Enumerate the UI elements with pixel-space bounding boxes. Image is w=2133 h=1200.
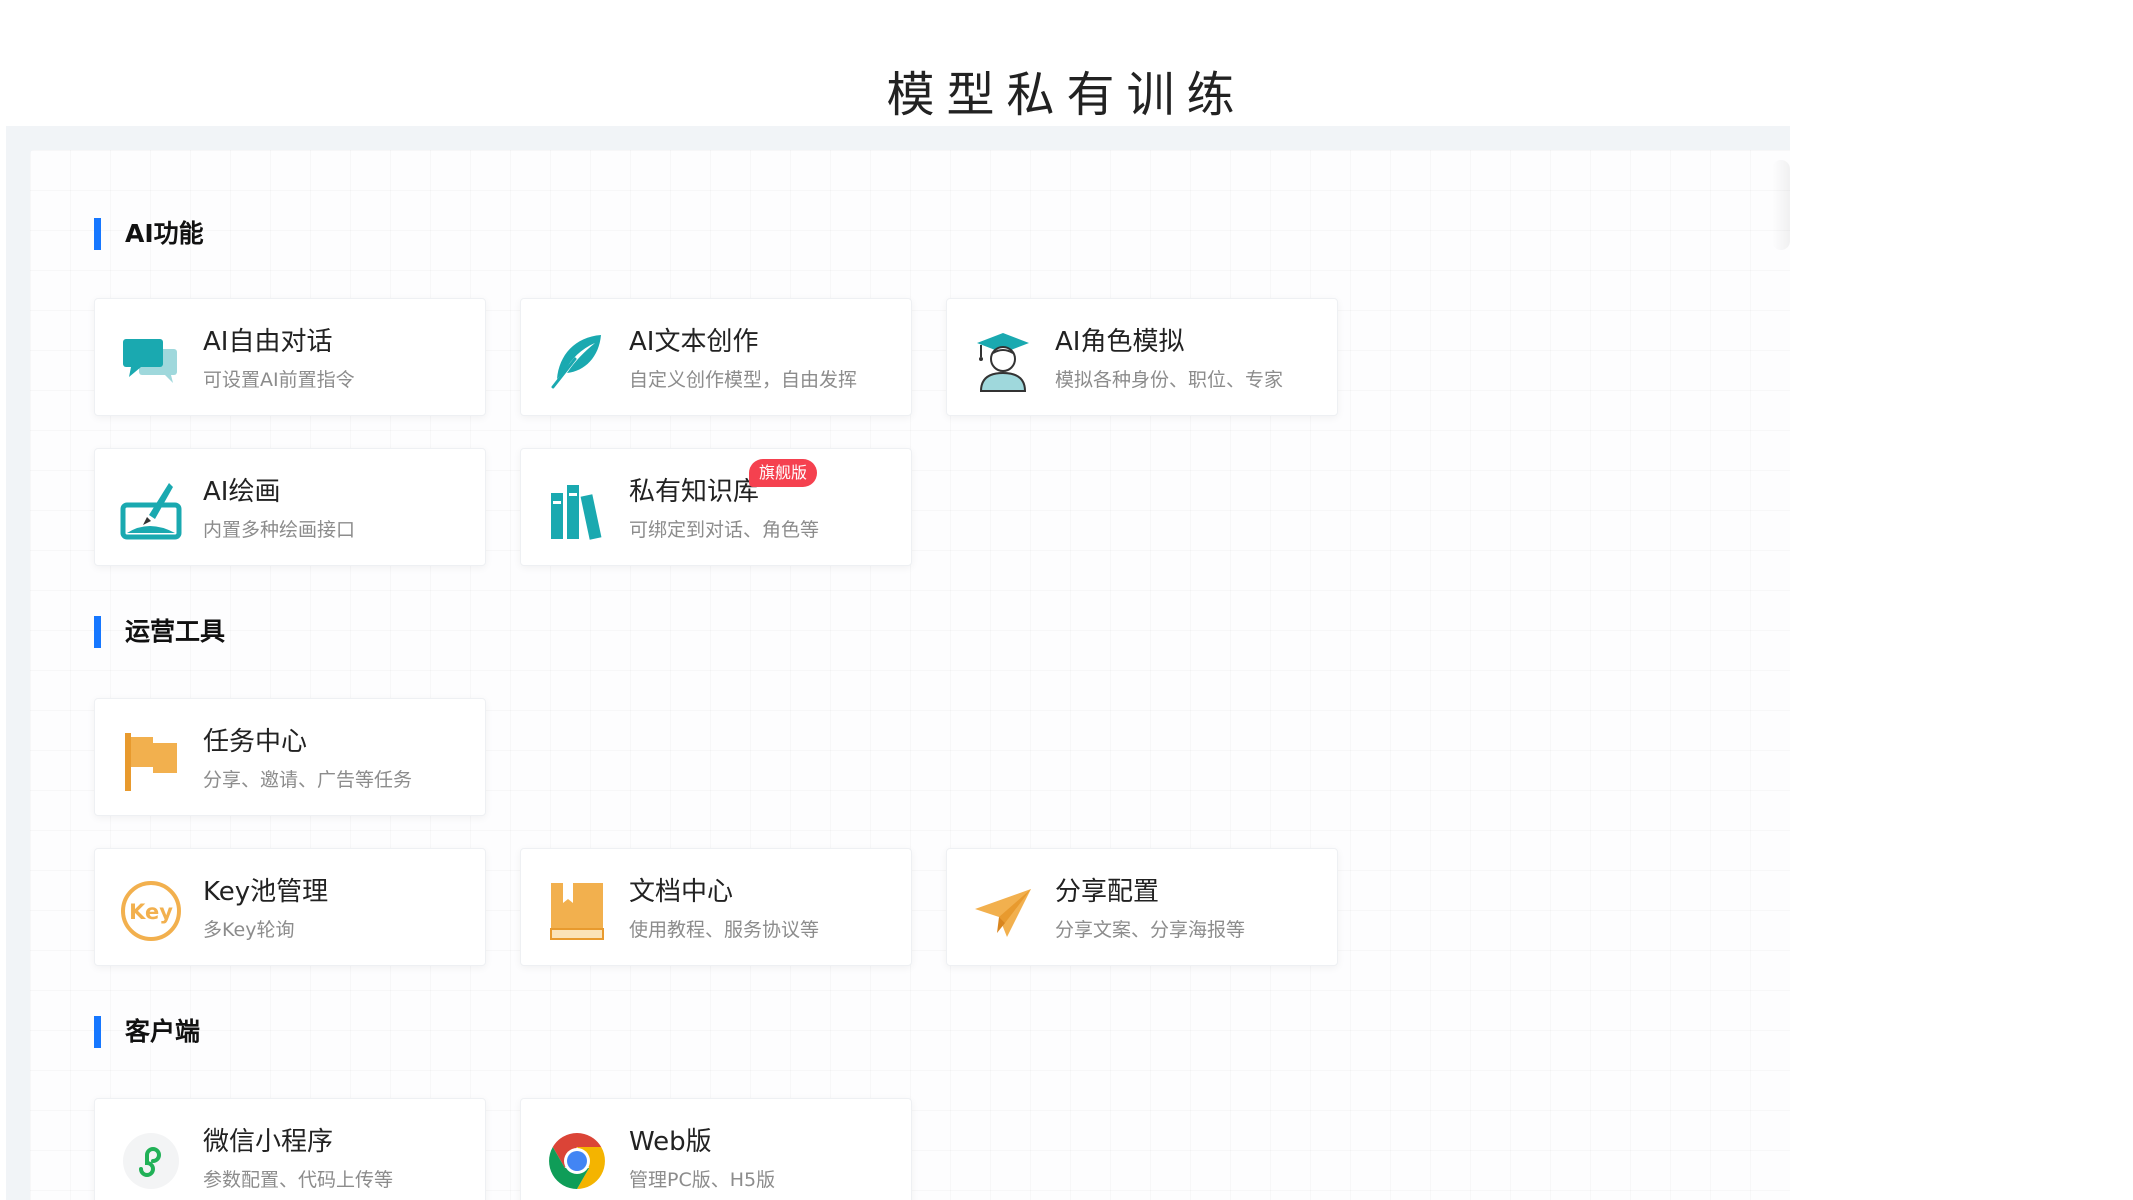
card-description: 多Key轮询 [203, 919, 295, 941]
document-book-icon [545, 879, 609, 943]
card-wechat-miniprogram[interactable]: 微信小程序 参数配置、代码上传等 [94, 1098, 486, 1200]
section-title-ai: AI功能 [94, 218, 204, 250]
page-title: 模型私有训练 [886, 67, 1247, 123]
card-title: AI绘画 [203, 477, 281, 507]
card-ai-writing[interactable]: AI文本创作 自定义创作模型，自由发挥 [520, 298, 912, 416]
card-description: 参数配置、代码上传等 [203, 1169, 394, 1191]
feather-icon [545, 329, 609, 393]
chrome-browser-icon [545, 1129, 609, 1193]
card-title: 私有知识库 [629, 477, 760, 507]
card-title: AI角色模拟 [1055, 327, 1185, 357]
paper-plane-icon [971, 879, 1035, 943]
card-ai-chat[interactable]: AI自由对话 可设置AI前置指令 [94, 298, 486, 416]
card-web-version[interactable]: Web版 管理PC版、H5版 [520, 1098, 912, 1200]
card-docs-center[interactable]: 文档中心 使用教程、服务协议等 [520, 848, 912, 966]
card-knowledge-base[interactable]: 私有知识库 可绑定到对话、角色等 旗舰版 [520, 448, 912, 566]
card-description: 分享、邀请、广告等任务 [203, 769, 413, 791]
card-title: Web版 [629, 1127, 712, 1157]
card-description: 内置多种绘画接口 [203, 519, 356, 541]
books-icon [545, 479, 609, 543]
card-description: 可设置AI前置指令 [203, 369, 355, 391]
card-title: 微信小程序 [203, 1127, 334, 1157]
card-title: Key池管理 [203, 877, 329, 907]
flagship-badge: 旗舰版 [749, 459, 818, 487]
card-description: 管理PC版、H5版 [629, 1169, 776, 1191]
card-key-pool[interactable]: Key Key池管理 多Key轮询 [94, 848, 486, 966]
section-title-operations: 运营工具 [94, 616, 225, 648]
card-title: AI自由对话 [203, 327, 333, 357]
card-ai-role[interactable]: AI角色模拟 模拟各种身份、职位、专家 [946, 298, 1338, 416]
mini-program-icon [119, 1129, 183, 1193]
card-description: 自定义创作模型，自由发挥 [629, 369, 858, 391]
card-share-config[interactable]: 分享配置 分享文案、分享海报等 [946, 848, 1338, 966]
card-description: 分享文案、分享海报等 [1055, 919, 1246, 941]
section-title-clients: 客户端 [94, 1016, 200, 1048]
card-description: 可绑定到对话、角色等 [629, 519, 820, 541]
card-ai-painting[interactable]: AI绘画 内置多种绘画接口 [94, 448, 486, 566]
card-title: 文档中心 [629, 877, 734, 907]
chat-bubbles-icon [119, 329, 183, 393]
card-title: 任务中心 [203, 727, 308, 757]
key-circle-icon: Key [119, 879, 183, 943]
painting-brush-icon [119, 479, 183, 543]
card-description: 使用教程、服务协议等 [629, 919, 820, 941]
svg-text:Key: Key [129, 900, 173, 924]
card-title: AI文本创作 [629, 327, 759, 357]
card-description: 模拟各种身份、职位、专家 [1055, 369, 1284, 391]
card-title: 分享配置 [1055, 877, 1160, 907]
card-task-center[interactable]: 任务中心 分享、邀请、广告等任务 [94, 698, 486, 816]
flag-icon [119, 729, 183, 793]
graduate-avatar-icon [971, 329, 1035, 393]
scroll-edge [1772, 160, 1790, 250]
